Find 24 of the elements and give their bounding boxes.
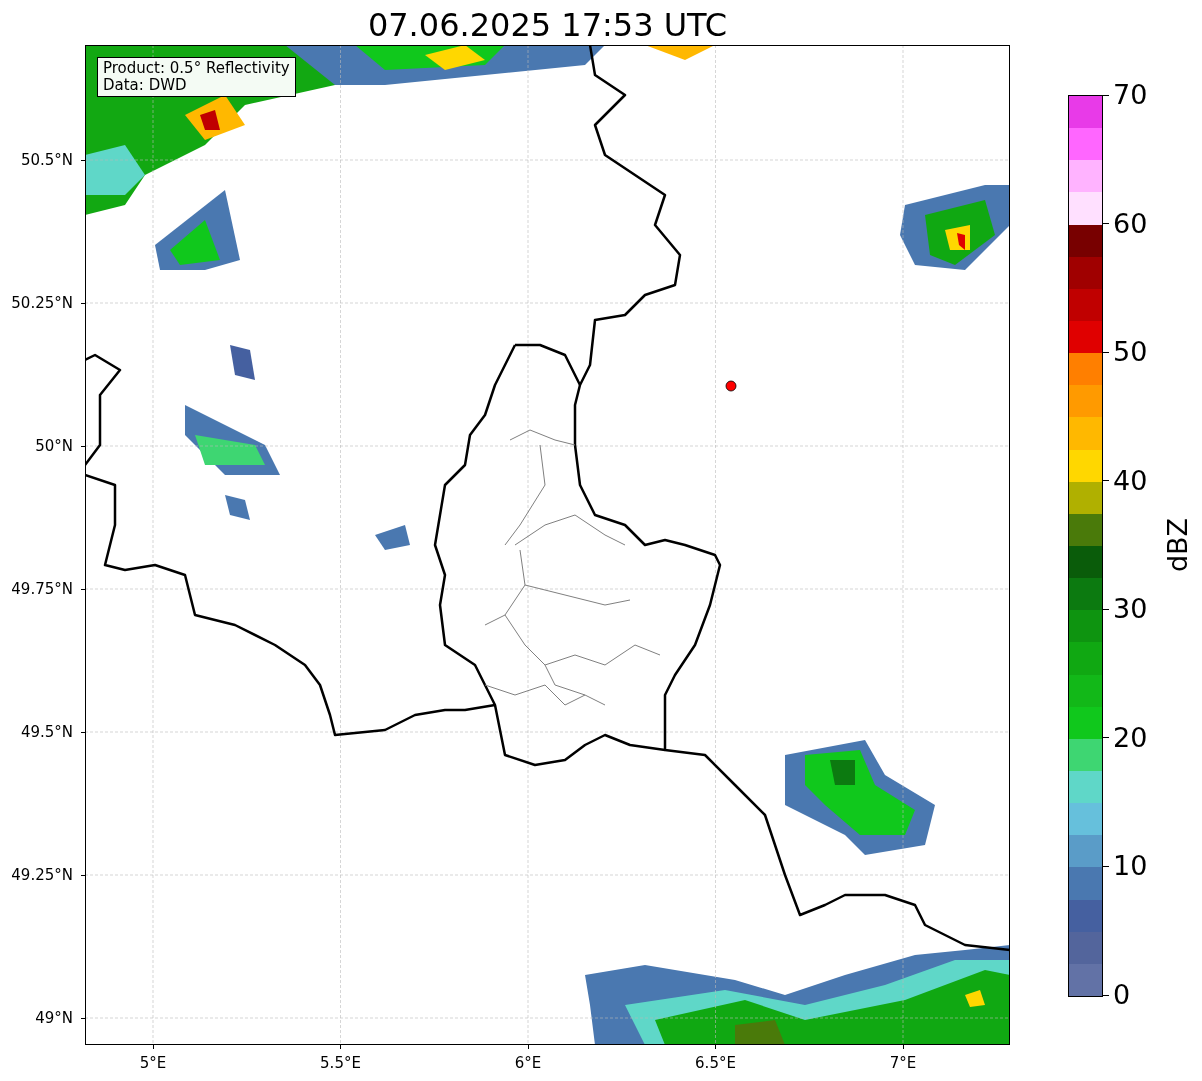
scale-tick-label: 50 <box>1113 336 1148 369</box>
legend-text: Product: 0.5° Reflectivity <box>103 60 290 77</box>
latitude-label: 50.5°N <box>20 151 73 169</box>
latitude-label: 49°N <box>35 1009 73 1027</box>
legend-text: Data: DWD <box>103 77 188 94</box>
latitude-label: 49.25°N <box>11 866 73 884</box>
scale-tick-label: 10 <box>1113 850 1148 883</box>
longitude-label: 5°E <box>139 1054 167 1072</box>
scale-tick-label: 30 <box>1113 593 1148 626</box>
longitude-label: 6°E <box>514 1054 542 1072</box>
latitude-label: 50°N <box>35 437 73 455</box>
longitude-label: 6.5°E <box>695 1054 736 1072</box>
latitude-label: 49.75°N <box>11 580 73 598</box>
latitude-label: 49.5°N <box>20 723 73 741</box>
scale-tick-label: 20 <box>1113 721 1148 754</box>
scale-tick-label: 40 <box>1113 464 1148 497</box>
scale-axis-label: dBZ <box>1163 517 1193 573</box>
scale-tick-label: 70 <box>1113 79 1148 111</box>
scale-tick-label: 0 <box>1113 979 1131 1011</box>
longitude-label: 7°E <box>889 1054 917 1072</box>
chart-title: 07.06.2025 17:53 UTC <box>367 5 728 45</box>
latitude-label: 50.25°N <box>11 294 73 312</box>
scale-tick-label: 60 <box>1113 207 1148 240</box>
longitude-label: 5.5°E <box>320 1054 361 1072</box>
